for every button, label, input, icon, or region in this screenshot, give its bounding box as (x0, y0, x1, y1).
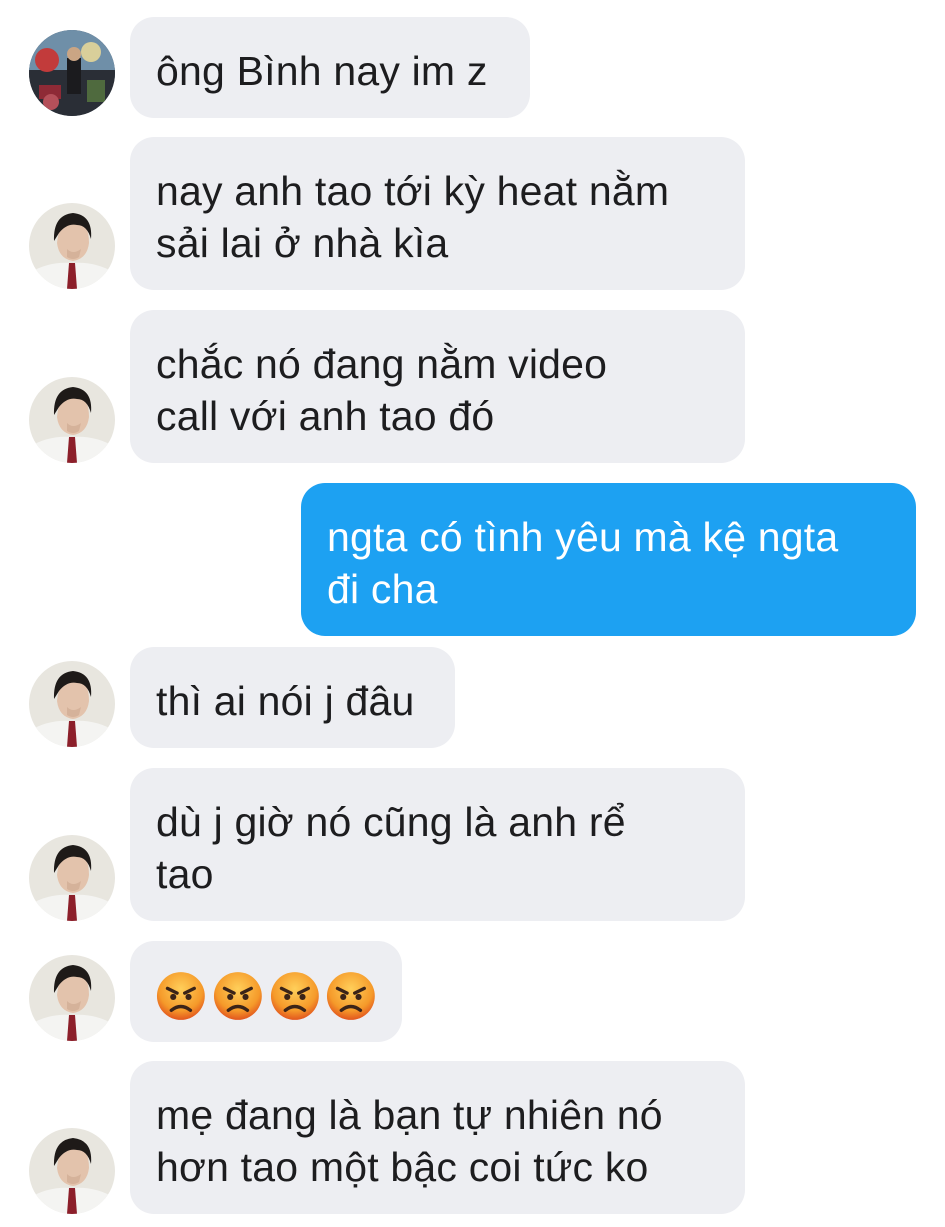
pouting-face-emoji (327, 972, 376, 1020)
message-text: dù j giờ nó cũng là anh rể (156, 799, 626, 845)
message-bubble[interactable] (130, 941, 402, 1042)
message-text: đi cha (327, 566, 438, 612)
emoji-row (156, 966, 376, 1022)
avatar-person[interactable] (29, 955, 115, 1041)
message-text: nay anh tao tới kỳ heat nằm (156, 168, 670, 214)
avatar-person[interactable] (29, 1128, 115, 1214)
message-text: hơn tao một bậc coi tức ko (156, 1144, 649, 1190)
message-text: tao (156, 851, 214, 897)
avatar-graffiti[interactable] (29, 30, 115, 116)
message-bubble[interactable]: nay anh tao tới kỳ heat nằm sải lai ở nh… (130, 137, 745, 290)
message-bubble[interactable]: thì ai nói j đâu (130, 647, 455, 748)
message-bubble[interactable]: dù j giờ nó cũng là anh rể tao (130, 768, 745, 921)
avatar-person[interactable] (29, 835, 115, 921)
pouting-face-emoji (156, 972, 205, 1020)
message-text: call với anh tao đó (156, 393, 495, 439)
message-bubble[interactable]: mẹ đang là bạn tự nhiên nó hơn tao một b… (130, 1061, 745, 1214)
avatar-person[interactable] (29, 377, 115, 463)
message-text: ông Bình nay im z (156, 48, 488, 94)
message-text: thì ai nói j đâu (156, 678, 415, 724)
chat-thread: ông Bình nay im z nay anh tao tới kỳ hea… (0, 0, 945, 1227)
message-bubble[interactable]: chắc nó đang nằm video call với anh tao … (130, 310, 745, 463)
avatar-person[interactable] (29, 203, 115, 289)
pouting-face-emoji (270, 972, 319, 1020)
message-text: mẹ đang là bạn tự nhiên nó (156, 1092, 663, 1138)
pouting-face-emoji (213, 972, 262, 1020)
message-text: chắc nó đang nằm video (156, 341, 608, 387)
avatar-person[interactable] (29, 661, 115, 747)
message-text: ngta có tình yêu mà kệ ngta (327, 514, 839, 560)
message-text: sải lai ở nhà kìa (156, 220, 449, 266)
message-bubble-outgoing[interactable]: ngta có tình yêu mà kệ ngta đi cha (301, 483, 916, 636)
message-bubble[interactable]: ông Bình nay im z (130, 17, 530, 118)
